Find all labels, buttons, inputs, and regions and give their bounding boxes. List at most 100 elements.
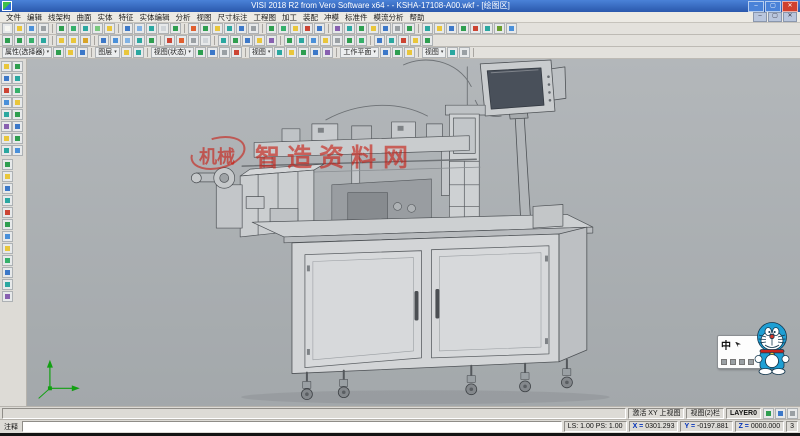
toolbar-icon[interactable] (2, 267, 13, 278)
toolbar-icon[interactable] (1, 133, 12, 144)
maximize-button[interactable]: ▢ (765, 1, 781, 12)
toolbar-icon[interactable] (110, 35, 121, 46)
toolbar-icon[interactable] (506, 23, 517, 34)
toolbar-icon[interactable] (422, 35, 433, 46)
toolbar-icon[interactable] (459, 47, 470, 58)
toolbar-icon[interactable] (53, 47, 64, 58)
toolbar-icon[interactable] (207, 47, 218, 58)
toolbar-icon[interactable] (2, 23, 13, 34)
toolbar-icon[interactable] (344, 23, 355, 34)
toolbar-icon[interactable] (80, 35, 91, 46)
toolbar-icon[interactable] (322, 47, 333, 58)
status-toggle-icon[interactable] (775, 408, 786, 419)
menu-item[interactable]: 实体编辑 (137, 12, 173, 23)
toolbar-icon[interactable] (146, 35, 157, 46)
toolbar-icon[interactable] (248, 23, 259, 34)
toolbar-icon[interactable] (356, 35, 367, 46)
minimize-button[interactable]: ‒ (748, 1, 764, 12)
toolbar-icon[interactable] (98, 35, 109, 46)
toolbar-icon[interactable] (122, 23, 133, 34)
toolbar-icon[interactable] (494, 23, 505, 34)
toolbar-icon[interactable] (1, 109, 12, 120)
toolbar-icon[interactable] (134, 35, 145, 46)
cabinet-body[interactable] (292, 227, 587, 373)
toolbar-icon[interactable] (2, 207, 13, 218)
toolbar-icon[interactable] (344, 35, 355, 46)
toolbar-icon[interactable] (374, 35, 385, 46)
toolbar-icon[interactable] (2, 171, 13, 182)
toolbar-icon[interactable] (1, 73, 12, 84)
toolbar-icon[interactable] (422, 23, 433, 34)
toolbar-icon[interactable] (133, 47, 144, 58)
toolbar-icon[interactable] (68, 35, 79, 46)
toolbar-icon[interactable] (170, 23, 181, 34)
toolbar-icon[interactable] (218, 35, 229, 46)
toolbar-icon[interactable] (447, 47, 458, 58)
toolbar-group-label[interactable]: 属性(选择器)▾ (2, 47, 52, 58)
toolbar-icon[interactable] (26, 23, 37, 34)
toolbar-icon[interactable] (12, 85, 23, 96)
toolbar-icon[interactable] (38, 35, 49, 46)
toolbar-icon[interactable] (2, 291, 13, 302)
toolbar-icon[interactable] (392, 23, 403, 34)
toolbar-icon[interactable] (284, 35, 295, 46)
toolbar-icon[interactable] (470, 23, 481, 34)
close-button[interactable]: ✕ (782, 1, 798, 12)
toolbar-icon[interactable] (380, 23, 391, 34)
toolbar-icon[interactable] (14, 35, 25, 46)
toolbar-icon[interactable] (219, 47, 230, 58)
menu-item[interactable]: 实体 (95, 12, 116, 23)
toolbar-icon[interactable] (368, 23, 379, 34)
workplane-indicator[interactable]: 激活 XY 上视图 (628, 408, 684, 419)
toolbar-icon[interactable] (356, 23, 367, 34)
toolbar-icon[interactable] (254, 35, 265, 46)
toolbar-icon[interactable] (386, 35, 397, 46)
toolbar-icon[interactable] (231, 47, 242, 58)
toolbar-icon[interactable] (12, 97, 23, 108)
toolbar-icon[interactable] (296, 35, 307, 46)
toolbar-icon[interactable] (2, 243, 13, 254)
toolbar-icon[interactable] (1, 85, 12, 96)
toolbar-icon[interactable] (434, 23, 445, 34)
toolbar-icon[interactable] (134, 23, 145, 34)
viewport-canvas[interactable]: 机械 智造资料网 中 (27, 59, 800, 406)
toolbar-icon[interactable] (2, 279, 13, 290)
coordinate-mode[interactable]: 3 (786, 421, 798, 432)
toolbar-icon[interactable] (320, 35, 331, 46)
toolbar-icon[interactable] (236, 23, 247, 34)
status-toggle-icon[interactable] (787, 408, 798, 419)
toolbar-icon[interactable] (122, 35, 133, 46)
toolbar-icon[interactable] (1, 97, 12, 108)
ime-language-indicator[interactable]: 中 (721, 337, 731, 352)
toolbar-icon[interactable] (68, 23, 79, 34)
toolbar-group-label[interactable]: 图层▾ (95, 47, 120, 58)
toolbar-icon[interactable] (12, 145, 23, 156)
toolbar-icon[interactable] (286, 47, 297, 58)
toolbar-icon[interactable] (2, 183, 13, 194)
toolbar-icon[interactable] (12, 61, 23, 72)
toolbar-icon[interactable] (2, 159, 13, 170)
toolbar-icon[interactable] (195, 47, 206, 58)
toolbar-icon[interactable] (92, 23, 103, 34)
toolbar-icon[interactable] (1, 145, 12, 156)
toolbar-icon[interactable] (1, 61, 12, 72)
status-toggle-icon[interactable] (763, 408, 774, 419)
toolbar-icon[interactable] (212, 23, 223, 34)
toolbar-icon[interactable] (80, 23, 91, 34)
toolbar-icon[interactable] (1, 121, 12, 132)
menu-item[interactable]: 文件 (3, 12, 24, 23)
toolbar-icon[interactable] (14, 23, 25, 34)
tower-frame[interactable] (445, 105, 485, 228)
menu-item[interactable]: 加工 (279, 12, 300, 23)
toolbar-icon[interactable] (12, 109, 23, 120)
toolbar-group-label[interactable]: 视图▾ (249, 47, 274, 58)
menu-item[interactable]: 装配 (300, 12, 321, 23)
toolbar-icon[interactable] (2, 231, 13, 242)
toolbar-icon[interactable] (56, 35, 67, 46)
mdi-restore-button[interactable]: ▢ (768, 12, 782, 22)
toolbar-icon[interactable] (77, 47, 88, 58)
toolbar-icon[interactable] (278, 23, 289, 34)
toolbar-icon[interactable] (266, 35, 277, 46)
toolbar-icon[interactable] (2, 255, 13, 266)
toolbar-icon[interactable] (302, 23, 313, 34)
